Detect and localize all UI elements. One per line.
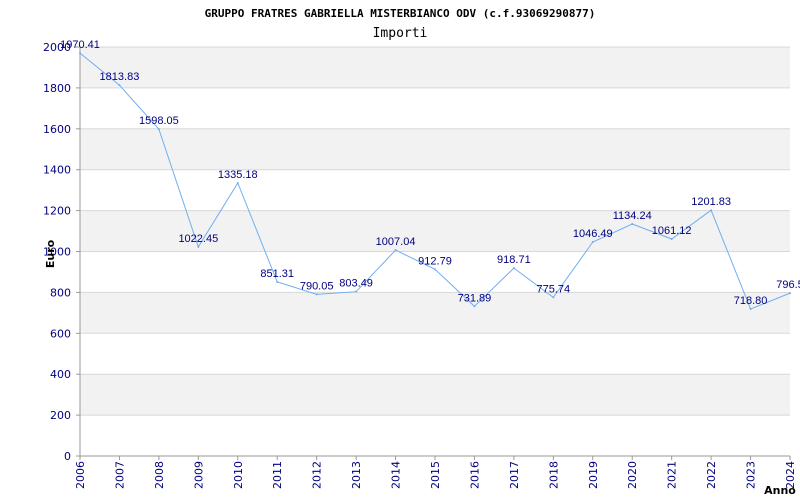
y-tick-label: 200 — [50, 409, 71, 422]
y-tick-label: 1400 — [43, 164, 71, 177]
x-tick-label: 2013 — [350, 461, 363, 489]
data-point — [355, 290, 358, 293]
data-point — [512, 267, 515, 270]
data-point — [591, 240, 594, 243]
x-tick-label: 2022 — [705, 461, 718, 489]
x-tick-label: 2020 — [626, 461, 639, 489]
data-point — [118, 84, 121, 87]
series-polyline — [79, 52, 791, 310]
x-tick-label: 2009 — [192, 461, 205, 489]
data-label: 1134.24 — [613, 210, 652, 222]
x-tick-label: 2008 — [153, 461, 166, 489]
data-point — [79, 52, 81, 55]
chart-title: GRUPPO FRATRES GABRIELLA MISTERBIANCO OD… — [205, 7, 596, 20]
data-point — [276, 280, 279, 283]
data-point — [631, 223, 634, 226]
y-tick-label: 0 — [64, 450, 71, 463]
data-point — [473, 305, 476, 308]
x-tick-label: 2012 — [311, 461, 324, 489]
x-tick-label: 2018 — [547, 461, 560, 489]
data-label: 1046.49 — [573, 228, 613, 240]
data-label: 1970.41 — [60, 39, 100, 51]
data-label: 775.74 — [537, 283, 571, 295]
grid-band — [80, 47, 790, 88]
x-tick-label: 2019 — [587, 461, 600, 489]
data-label: 731.89 — [458, 292, 492, 304]
data-label: 1598.05 — [139, 115, 179, 127]
grid-band — [80, 374, 790, 416]
x-tick-labels: 2006 2007 2008 2009 2010 2011 2012 2013 2014 2015… — [74, 461, 797, 489]
data-point — [552, 296, 555, 299]
x-tick-label: 2006 — [74, 461, 87, 489]
data-point — [749, 308, 752, 311]
data-label: 918.71 — [497, 254, 531, 266]
data-label: 1201.83 — [691, 196, 731, 208]
data-label: 796.5 — [776, 279, 800, 291]
data-point — [789, 292, 791, 295]
data-label: 1335.18 — [218, 169, 258, 181]
chart-subtitle: Importi — [373, 26, 428, 41]
data-label: 1022.45 — [178, 233, 218, 245]
data-label: 1813.83 — [100, 71, 140, 83]
data-label: 718.80 — [734, 295, 768, 307]
x-tick-label: 2017 — [508, 461, 521, 489]
data-label: 803.49 — [339, 278, 373, 290]
x-axis-label: Anno — [764, 484, 796, 497]
y-tick-label: 400 — [50, 368, 71, 381]
y-tick-label: 1200 — [43, 205, 71, 218]
data-label: 790.05 — [300, 280, 334, 292]
x-tick-label: 2021 — [666, 461, 679, 489]
chart: GRUPPO FRATRES GABRIELLA MISTERBIANCO OD… — [43, 7, 800, 497]
y-tick-label: 600 — [50, 327, 71, 340]
y-axis-label: Euro — [44, 239, 57, 268]
x-tick-label: 2010 — [232, 461, 245, 489]
grid-band — [80, 292, 790, 334]
data-point — [434, 268, 436, 271]
series-line — [79, 52, 791, 311]
data-label: 1061.12 — [652, 225, 692, 237]
x-tick-label: 2023 — [745, 461, 758, 489]
data-label: 851.31 — [260, 268, 294, 280]
data-point — [710, 209, 713, 212]
x-tick-label: 2015 — [429, 461, 442, 489]
data-point — [236, 181, 239, 184]
y-tick-label: 1800 — [43, 82, 71, 95]
data-label: 1007.04 — [376, 236, 416, 248]
x-tick-label: 2011 — [271, 461, 284, 489]
y-tick-label: 800 — [50, 286, 71, 299]
x-tick-label: 2007 — [113, 461, 126, 489]
x-tick-label: 2016 — [468, 461, 481, 489]
data-point — [670, 238, 673, 241]
y-tick-label: 1600 — [43, 123, 71, 136]
data-point — [394, 249, 397, 252]
data-point — [197, 245, 200, 248]
data-point — [157, 128, 160, 131]
x-tick-label: 2014 — [390, 461, 403, 489]
grid-band — [80, 128, 790, 170]
data-label: 912.79 — [418, 255, 452, 267]
data-point — [315, 293, 318, 296]
